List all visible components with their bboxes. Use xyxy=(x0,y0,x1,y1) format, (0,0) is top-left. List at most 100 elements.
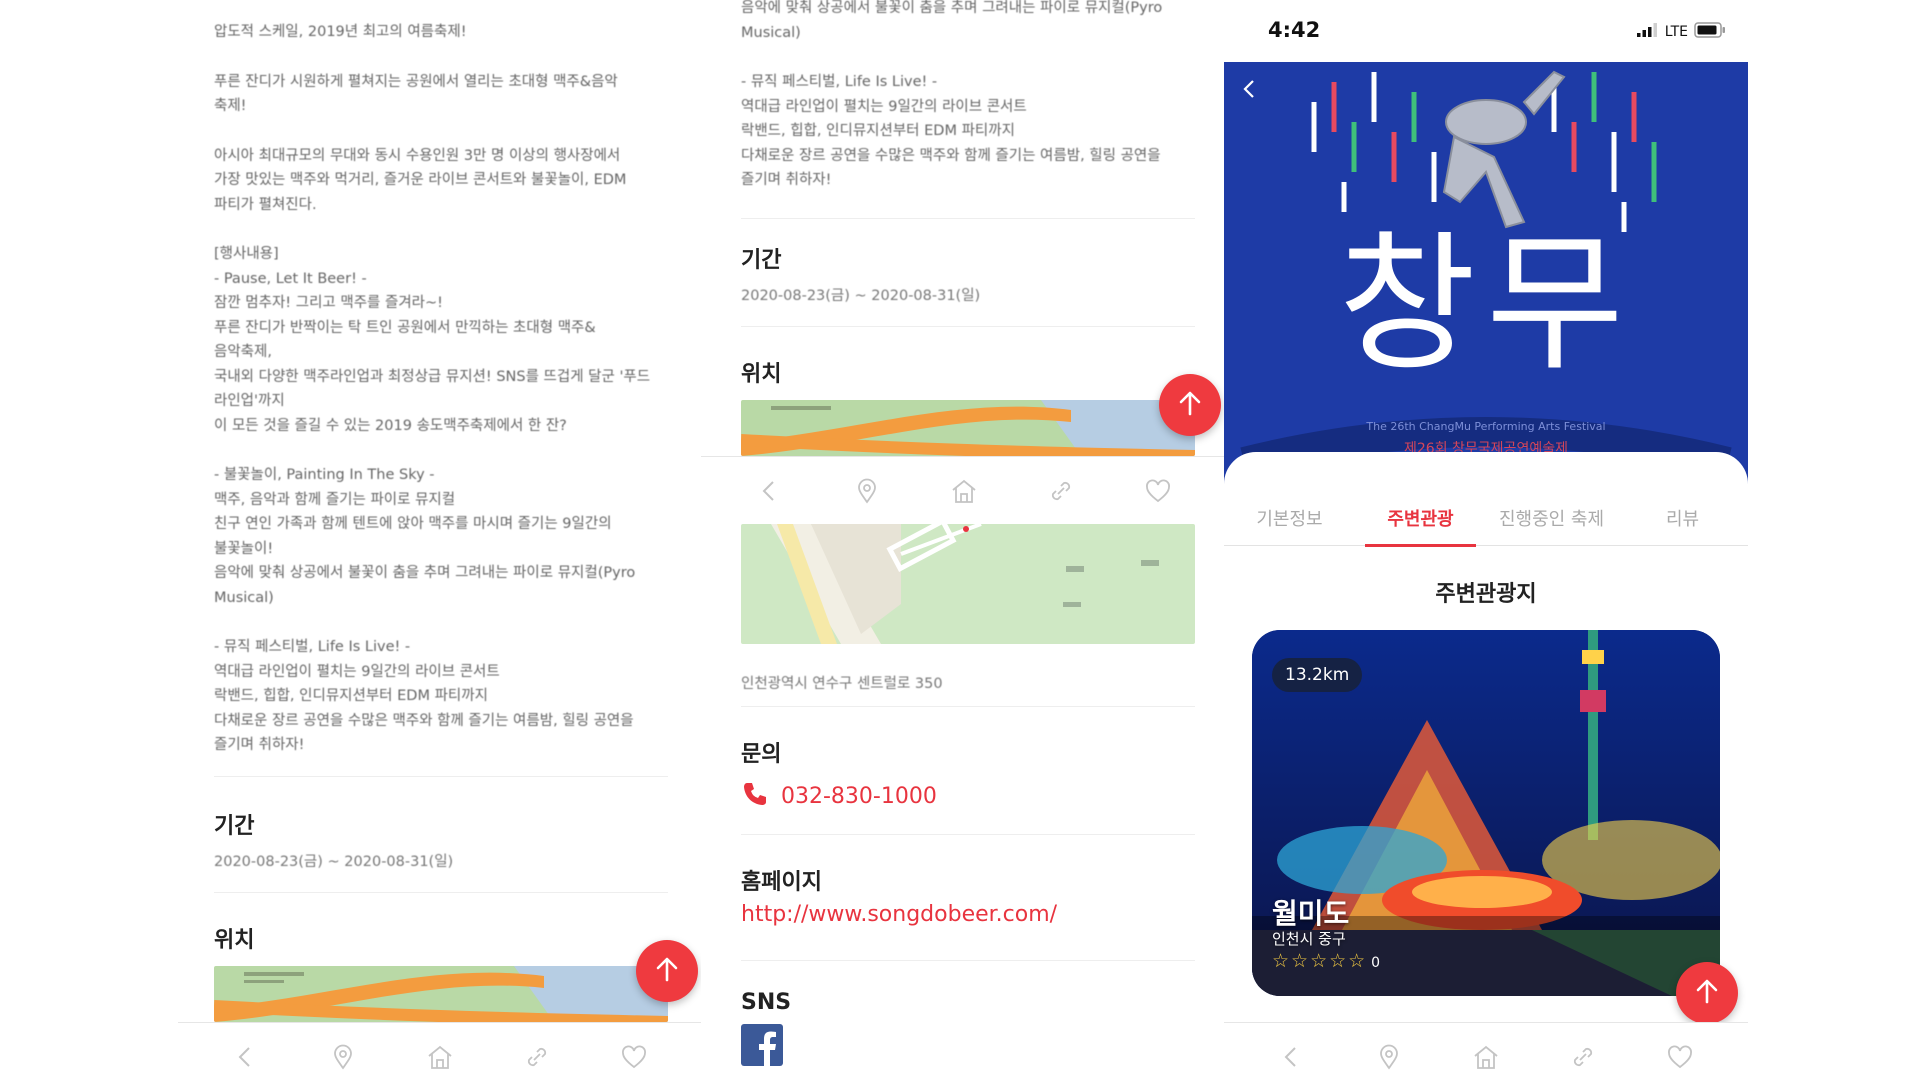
festival-detail-panel-middle: 음악에 맞춰 상공에서 불꽃이 춤을 추며 그려내는 파이로 뮤지컬(Pyro … xyxy=(701,0,1226,1080)
period-value: 2020-08-23(금) ~ 2020-08-31(일) xyxy=(741,288,981,304)
home-button[interactable] xyxy=(1466,1039,1506,1079)
inquiry-title: 문의 xyxy=(741,742,782,767)
description-line: [행사내용] xyxy=(214,246,279,262)
back-button[interactable] xyxy=(1272,1039,1312,1079)
bottom-nav xyxy=(1224,1022,1748,1080)
location-map[interactable] xyxy=(741,400,1195,456)
description-line: - 뮤직 페스티벌, Life Is Live! - xyxy=(214,639,411,655)
tab-reviews[interactable]: 리뷰 xyxy=(1617,496,1748,545)
description-line: 아시아 최대규모의 무대와 동시 수용인원 3만 명 이상의 행사장에서 xyxy=(214,147,621,164)
back-icon xyxy=(1279,1044,1305,1074)
homepage-title: 홈페이지 xyxy=(741,870,822,895)
description-line: 친구 연인 가족과 함께 텐트에 앉아 맥주를 마시며 즐기는 9일간의 xyxy=(214,516,612,532)
divider xyxy=(741,960,1195,961)
poster-title: 창무 xyxy=(1337,218,1634,392)
description-line: 라인업'까지 xyxy=(214,393,285,409)
scroll-top-button[interactable] xyxy=(636,940,698,1002)
battery-icon xyxy=(1694,22,1726,42)
location-map[interactable] xyxy=(214,966,668,1022)
phone-number[interactable]: 032-830-1000 xyxy=(781,784,937,809)
description-line: 불꽃놀이! xyxy=(214,540,274,557)
home-button[interactable] xyxy=(944,473,984,513)
description-line: 푸른 잔디가 반짝이는 탁 트인 공원에서 만끽하는 초대형 맥주& xyxy=(214,319,596,336)
description-line: 즐기며 취하자! xyxy=(214,737,305,753)
favorite-button[interactable] xyxy=(1138,473,1178,513)
description-line: 락밴드, 힙합, 인디뮤지션부터 EDM 파티까지 xyxy=(214,688,488,704)
back-button[interactable] xyxy=(226,1039,266,1079)
network-label: LTE xyxy=(1664,24,1688,40)
attraction-region: 인천시 중구 xyxy=(1272,930,1346,948)
facebook-button[interactable] xyxy=(741,1024,783,1066)
description-line: 락밴드, 힙합, 인디뮤지션부터 EDM 파티까지 xyxy=(741,123,1015,139)
scroll-top-button[interactable] xyxy=(1676,962,1738,1024)
favorite-button[interactable] xyxy=(614,1039,654,1079)
back-icon xyxy=(1240,80,1260,106)
description-line: 축제! xyxy=(214,98,247,114)
location-button[interactable] xyxy=(1369,1039,1409,1079)
rating-count: 0 xyxy=(1371,955,1381,971)
heart-icon xyxy=(1144,478,1172,508)
divider xyxy=(741,834,1195,835)
bottom-nav xyxy=(178,1022,702,1080)
tab-nearby-tourism[interactable]: 주변관광 xyxy=(1355,496,1486,547)
description-line: 역대급 라인업이 펼치는 9일간의 라이브 콘서트 xyxy=(214,663,500,680)
status-indicators: LTE xyxy=(1636,22,1726,42)
home-icon xyxy=(426,1044,454,1074)
share-link-button[interactable] xyxy=(1563,1039,1603,1079)
location-pin-icon xyxy=(330,1044,356,1074)
phone-icon xyxy=(741,780,769,812)
description-paragraph: 압도적 스케일, 2019년 최고의 여름축제! xyxy=(214,20,684,45)
description-line: 국내외 다양한 맥주라인업과 최정상급 뮤지션! SNS를 뜨겁게 달군 '푸드 xyxy=(214,368,651,385)
star-rating: ☆☆☆☆☆ 0 xyxy=(1272,950,1380,972)
back-button[interactable] xyxy=(750,473,790,513)
poster-subtitle: The 26th ChangMu Performing Arts Festiva… xyxy=(1366,420,1606,433)
scroll-top-button[interactable] xyxy=(1159,374,1221,436)
location-pin-icon xyxy=(854,478,880,508)
divider xyxy=(741,218,1195,219)
address-text: 인천광역시 연수구 센트럴로 350 xyxy=(741,676,943,692)
divider xyxy=(214,892,668,893)
attraction-name: 월미도 xyxy=(1272,897,1350,930)
description-paragraph: 아시아 최대규모의 무대와 동시 수용인원 3만 명 이상의 행사장에서 가장 … xyxy=(214,144,684,218)
home-icon xyxy=(950,478,978,508)
period-value: 2020-08-23(금) ~ 2020-08-31(일) xyxy=(214,854,454,870)
arrow-up-icon xyxy=(1175,388,1205,422)
description-line: 가장 맛있는 맥주와 먹거리, 즐거운 라이브 콘서트와 불꽃놀이, EDM xyxy=(214,172,627,188)
favorite-button[interactable] xyxy=(1660,1039,1700,1079)
home-button[interactable] xyxy=(420,1039,460,1079)
tab-basic-info[interactable]: 기본정보 xyxy=(1224,496,1355,545)
location-button[interactable] xyxy=(847,473,887,513)
homepage-link[interactable]: http://www.songdobeer.com/ xyxy=(741,902,1057,927)
period-section: 기간 2020-08-23(금) ~ 2020-08-31(일) xyxy=(741,242,980,305)
description-line: 맥주, 음악과 함께 즐기는 파이로 뮤지컬 xyxy=(214,491,456,508)
back-button[interactable] xyxy=(1240,76,1260,106)
festival-detail-panel-left: 압도적 스케일, 2019년 최고의 여름축제! 푸른 잔디가 시원하게 펼쳐지… xyxy=(178,0,702,1080)
location-button[interactable] xyxy=(323,1039,363,1079)
location-pin-icon xyxy=(1376,1044,1402,1074)
period-section: 기간 2020-08-23(금) ~ 2020-08-31(일) xyxy=(214,808,453,871)
link-icon xyxy=(524,1044,550,1074)
location-title: 위치 xyxy=(214,928,255,953)
home-icon xyxy=(1472,1044,1500,1074)
description-line: 이 모든 것을 즐길 수 있는 2019 송도맥주축제에서 한 잔? xyxy=(214,417,567,434)
divider xyxy=(214,776,668,777)
arrow-up-icon xyxy=(1692,976,1722,1010)
bottom-nav xyxy=(701,456,1226,528)
phone-link[interactable]: 032-830-1000 xyxy=(741,780,937,812)
share-link-button[interactable] xyxy=(517,1039,557,1079)
description-line: Musical) xyxy=(741,24,801,41)
period-title: 기간 xyxy=(214,814,255,839)
status-time: 4:42 xyxy=(1268,18,1321,42)
tab-ongoing-festivals[interactable]: 진행중인 축제 xyxy=(1486,496,1617,545)
nearby-section-heading: 주변관광지 xyxy=(1435,582,1537,607)
link-icon xyxy=(1570,1044,1596,1074)
description-paragraph: - 뮤직 페스티벌, Life Is Live! - 역대급 라인업이 펼치는 … xyxy=(214,635,684,758)
festival-poster: 창무 The 26th ChangMu Performing Arts Fest… xyxy=(1224,62,1748,492)
heart-icon xyxy=(1666,1044,1694,1074)
location-map-full[interactable] xyxy=(741,524,1195,644)
share-link-button[interactable] xyxy=(1041,473,1081,513)
description-line: 다채로운 장르 공연을 수많은 맥주와 함께 즐기는 여름밤, 힐링 공연을 xyxy=(741,147,1161,164)
description-line: 역대급 라인업이 펼치는 9일간의 라이브 콘서트 xyxy=(741,98,1027,115)
nearby-attraction-card[interactable]: 13.2km 월미도 인천시 중구 ☆☆☆☆☆ 0 xyxy=(1252,630,1720,996)
heart-icon xyxy=(620,1044,648,1074)
